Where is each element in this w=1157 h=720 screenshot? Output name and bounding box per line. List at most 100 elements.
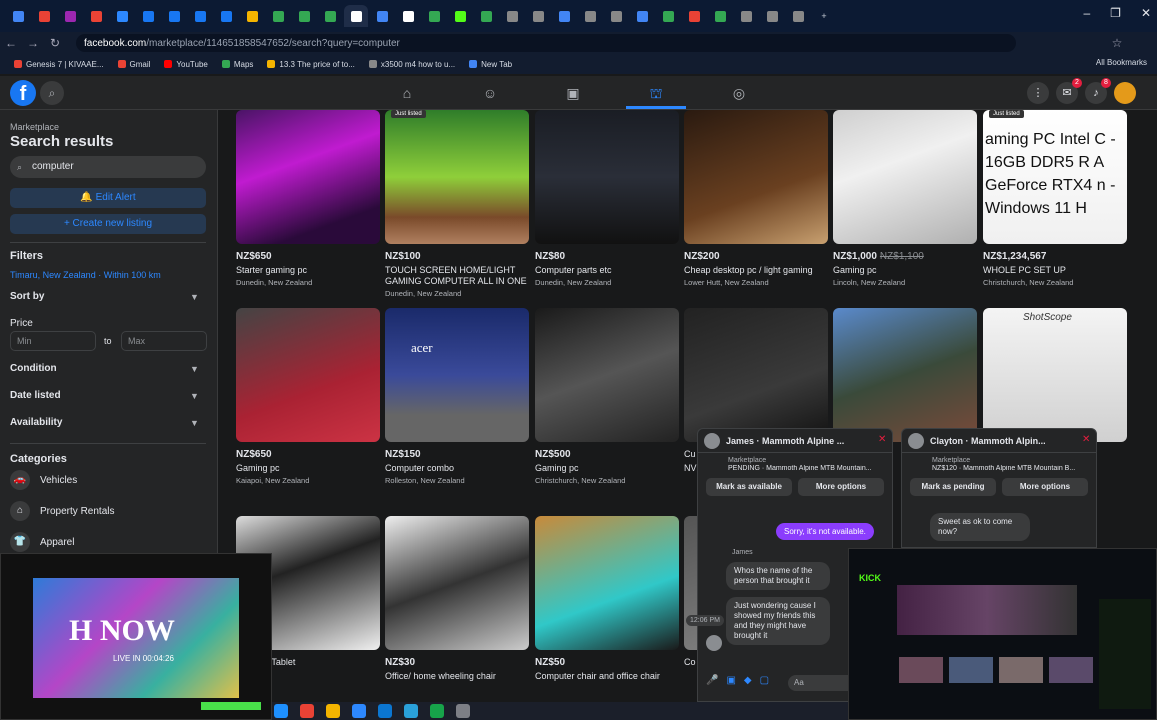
listing-card[interactable]: NZ$30 Office/ home wheeling chair (385, 516, 529, 684)
browser-tab[interactable] (318, 5, 342, 27)
browser-tab[interactable] (474, 5, 498, 27)
browser-tab[interactable] (552, 5, 576, 27)
chevron-down-icon[interactable]: ▼ (190, 364, 199, 374)
all-bookmarks[interactable]: All Bookmarks (1096, 58, 1147, 67)
telegram-icon[interactable] (404, 704, 418, 718)
menu-grid-icon[interactable]: ⋮ (1027, 82, 1049, 104)
folder-icon[interactable] (326, 704, 340, 718)
listing-card[interactable]: NZ$80 Computer parts etc Dunedin, New Zeal… (535, 110, 679, 287)
new-tab-button[interactable]: + (812, 5, 836, 27)
condition-filter[interactable]: Condition (10, 363, 57, 374)
browser-tab[interactable] (422, 5, 446, 27)
browser-tab[interactable] (188, 5, 212, 27)
mark-pending-button[interactable]: Mark as pending (910, 478, 996, 496)
browser-tab[interactable] (578, 5, 602, 27)
browser-tab[interactable] (786, 5, 810, 27)
browser-tab[interactable] (760, 5, 784, 27)
chat-header[interactable]: Clayton · Mammoth Alpin... (902, 429, 1096, 453)
more-options-button[interactable]: More options (798, 478, 884, 496)
reload-icon[interactable]: ↻ (44, 36, 66, 50)
browser-tab[interactable] (84, 5, 108, 27)
category-property-rentals[interactable]: ⌂ Property Rentals (10, 501, 114, 521)
image-icon[interactable]: ▣ (726, 675, 735, 686)
mark-available-button[interactable]: Mark as available (706, 478, 792, 496)
browser-tab[interactable] (6, 5, 30, 27)
mic-icon[interactable]: 🎤 (706, 675, 718, 686)
browser-tab[interactable] (266, 5, 290, 27)
listing-card[interactable]: NZ$650 Gaming pc Kaiapoi, New Zealand (236, 308, 380, 485)
sort-by-label[interactable]: Sort by (10, 291, 44, 302)
browser-tab[interactable] (448, 5, 472, 27)
minimize-button[interactable]: – (1083, 6, 1090, 20)
browser-tab[interactable] (292, 5, 316, 27)
bookmark-item[interactable]: Maps (221, 60, 253, 69)
maximize-button[interactable]: ❐ (1110, 6, 1121, 20)
bookmark-item[interactable]: x3500 m4 how to u... (368, 60, 455, 69)
min-price-field[interactable]: Min (10, 331, 96, 351)
url-field[interactable]: facebook.com/marketplace/114651858547652… (76, 34, 1016, 52)
video-icon[interactable]: ▣ (558, 82, 588, 104)
listing-card[interactable]: NZ$200 Cheap desktop pc / light gaming Low… (684, 110, 828, 287)
listing-card[interactable]: NZ$1,000 NZ$1,100 Gaming pc Lincoln, New Ze… (833, 110, 977, 287)
chevron-down-icon[interactable]: ▼ (190, 292, 199, 302)
browser-tab[interactable] (370, 5, 394, 27)
browser-tab[interactable] (682, 5, 706, 27)
browser-tab[interactable] (240, 5, 264, 27)
bookmark-item[interactable]: YouTube (164, 60, 208, 69)
browser-tab[interactable] (214, 5, 238, 27)
edit-alert-button[interactable]: 🔔 Edit Alert (10, 188, 206, 208)
gif-icon[interactable]: ▢ (760, 675, 769, 686)
availability-filter[interactable]: Availability (10, 417, 62, 428)
browser-tab[interactable] (526, 5, 550, 27)
browser-tab[interactable] (162, 5, 186, 27)
listing-card[interactable]: Just listed aming PC Intel C - 16GB DDR5 … (983, 110, 1127, 287)
bookmark-item[interactable]: New Tab (469, 60, 512, 69)
listing-card[interactable]: NZ$650 Starter gaming pc Dunedin, New Zeal… (236, 110, 380, 287)
friends-icon[interactable]: ☺ (475, 82, 505, 104)
avatar[interactable] (1114, 82, 1136, 104)
chevron-down-icon[interactable]: ▼ (190, 418, 199, 428)
star-icon[interactable]: ☆ (1106, 36, 1128, 50)
bookmark-item[interactable]: Gmail (117, 60, 150, 69)
listing-card[interactable]: Just listed NZ$100 TOUCH SCREEN HOME/LIGHT… (385, 110, 529, 298)
create-listing-button[interactable]: + Create new listing (10, 214, 206, 234)
browser-tab[interactable] (136, 5, 160, 27)
camera-icon[interactable] (456, 704, 470, 718)
marketplace-icon[interactable]: ⛫ (641, 82, 671, 104)
facebook-logo[interactable]: f (10, 80, 36, 106)
outlook-icon[interactable] (378, 704, 392, 718)
browser-tab[interactable] (630, 5, 654, 27)
category-vehicles[interactable]: 🚗 Vehicles (10, 470, 77, 490)
max-price-field[interactable]: Max (121, 331, 207, 351)
chrome-icon[interactable] (300, 704, 314, 718)
listing-card[interactable]: NZ$50 Computer chair and office chair (535, 516, 679, 684)
listing-card[interactable]: acer NZ$150 Computer combo Rolleston, New Z… (385, 308, 529, 485)
chat-header[interactable]: James · Mammoth Alpine ... (698, 429, 892, 453)
browser-tab[interactable] (58, 5, 82, 27)
browser-tab[interactable] (344, 5, 368, 27)
bookmark-item[interactable]: Genesis 7 | KIVAAE... (14, 60, 104, 69)
search-icon[interactable]: ⌕ (40, 81, 64, 105)
close-window-button[interactable]: ✕ (1141, 6, 1151, 20)
browser-tab[interactable] (656, 5, 680, 27)
close-icon[interactable]: ✕ (878, 434, 886, 445)
browser-tab[interactable] (32, 5, 56, 27)
edge-icon[interactable] (274, 704, 288, 718)
back-icon[interactable]: ← (0, 36, 22, 50)
browser-tab[interactable] (604, 5, 628, 27)
browser-tab[interactable] (500, 5, 524, 27)
forward-icon[interactable]: → (22, 36, 44, 50)
browser-tab[interactable] (110, 5, 134, 27)
video-overlay-left[interactable]: H NOW LIVE IN 00:04:26 (0, 553, 272, 720)
chevron-down-icon[interactable]: ▼ (190, 391, 199, 401)
app-icon[interactable] (430, 704, 444, 718)
listing-card[interactable]: NZ$500 Gaming pc Christchurch, New Zealand (535, 308, 679, 485)
more-options-button[interactable]: More options (1002, 478, 1088, 496)
video-overlay-right[interactable]: KICK (848, 548, 1157, 720)
breadcrumb[interactable]: Marketplace (10, 122, 59, 132)
search-input[interactable]: ⌕ computer (10, 156, 206, 178)
category-apparel[interactable]: 👕 Apparel (10, 532, 74, 552)
browser-tab[interactable] (708, 5, 732, 27)
location-filter[interactable]: Timaru, New Zealand · Within 100 km (10, 270, 161, 280)
gaming-icon[interactable]: ◎ (724, 82, 754, 104)
